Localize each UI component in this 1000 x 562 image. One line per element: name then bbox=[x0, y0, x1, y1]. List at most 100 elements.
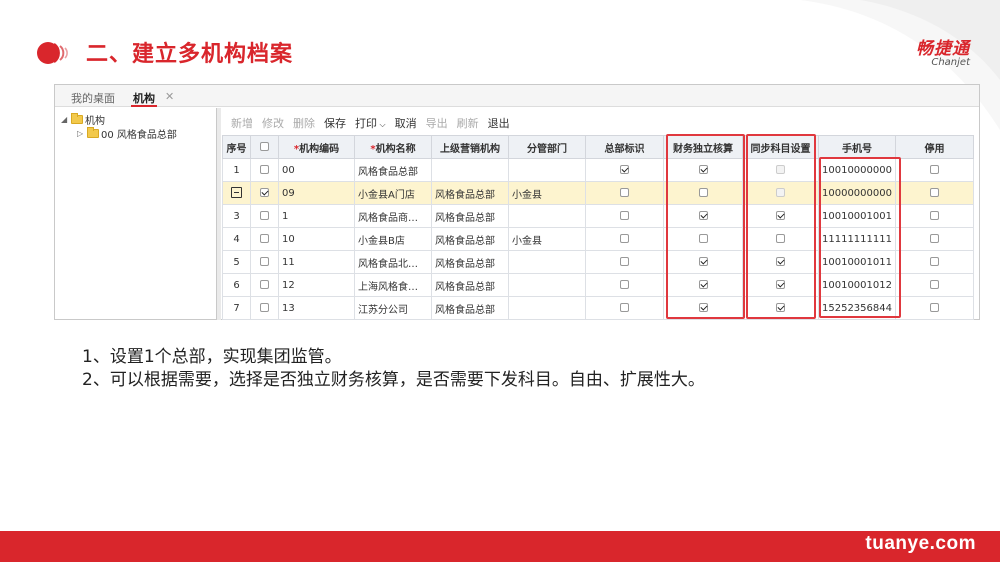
tab-home[interactable]: 我的桌面 bbox=[71, 90, 115, 107]
delete-button[interactable]: 删除 bbox=[293, 115, 315, 133]
sync-checkbox[interactable] bbox=[776, 303, 785, 312]
cell-sync[interactable] bbox=[742, 227, 819, 251]
cell-select[interactable] bbox=[250, 181, 279, 205]
cell-sync[interactable] bbox=[742, 296, 819, 320]
sync-checkbox[interactable] bbox=[776, 257, 785, 266]
cell-parent[interactable] bbox=[431, 158, 509, 182]
cell-phone[interactable]: 10010001012 bbox=[818, 273, 896, 297]
tree-node-root[interactable]: ◢ 机构 bbox=[61, 112, 105, 127]
finance-checkbox[interactable] bbox=[698, 211, 708, 220]
finance-checkbox[interactable] bbox=[698, 280, 708, 289]
cell-hq[interactable] bbox=[585, 204, 664, 228]
cell-select[interactable] bbox=[250, 296, 279, 320]
header-select-all[interactable] bbox=[250, 135, 279, 159]
edit-button[interactable]: 修改 bbox=[262, 115, 284, 133]
table-row[interactable]: 4 10 小金县B店 风格食品总部 小金县 11111111111 bbox=[222, 227, 974, 251]
cell-dept[interactable] bbox=[508, 273, 586, 297]
cell-name[interactable]: 风格食品商… bbox=[354, 204, 432, 228]
cell-name[interactable]: 小金县A门店 bbox=[354, 181, 432, 205]
cell-seq[interactable] bbox=[222, 181, 251, 205]
cell-parent[interactable]: 风格食品总部 bbox=[431, 181, 509, 205]
save-button[interactable]: 保存 bbox=[324, 115, 346, 133]
table-row[interactable]: 3 1 风格食品商… 风格食品总部 10010001001 bbox=[222, 204, 974, 228]
cell-finance[interactable] bbox=[663, 273, 743, 297]
cell-hq[interactable] bbox=[585, 227, 664, 251]
cell-disabled[interactable] bbox=[895, 273, 974, 297]
cell-seq[interactable]: 7 bbox=[222, 296, 251, 320]
cell-hq[interactable] bbox=[585, 250, 664, 274]
table-row[interactable]: 1 00 风格食品总部 10010000000 bbox=[222, 158, 974, 182]
table-row[interactable]: 09 小金县A门店 风格食品总部 小金县 10000000000 bbox=[222, 181, 974, 205]
cell-finance[interactable] bbox=[663, 296, 743, 320]
cell-code[interactable]: 12 bbox=[278, 273, 355, 297]
finance-checkbox[interactable] bbox=[698, 303, 708, 312]
tab-organization[interactable]: 机构 bbox=[131, 90, 157, 107]
cell-seq[interactable]: 3 bbox=[222, 204, 251, 228]
cell-phone[interactable]: 11111111111 bbox=[818, 227, 896, 251]
cell-code[interactable]: 10 bbox=[278, 227, 355, 251]
cell-code[interactable]: 09 bbox=[278, 181, 355, 205]
cell-select[interactable] bbox=[250, 227, 279, 251]
select-checkbox[interactable] bbox=[260, 234, 269, 243]
hq-checkbox[interactable] bbox=[620, 165, 629, 174]
cell-sync[interactable] bbox=[742, 204, 819, 228]
select-checkbox[interactable] bbox=[260, 211, 269, 220]
add-button[interactable]: 新增 bbox=[231, 115, 253, 133]
cell-dept[interactable] bbox=[508, 250, 586, 274]
collapse-icon[interactable]: ◢ bbox=[61, 115, 71, 124]
hq-checkbox[interactable] bbox=[620, 280, 629, 289]
cell-sync[interactable] bbox=[742, 181, 819, 205]
cell-finance[interactable] bbox=[663, 204, 743, 228]
select-checkbox[interactable] bbox=[260, 257, 269, 266]
edit-row-icon[interactable] bbox=[231, 187, 242, 199]
finance-checkbox[interactable] bbox=[698, 257, 708, 266]
cell-phone[interactable]: 10000000000 bbox=[818, 181, 896, 205]
disabled-checkbox[interactable] bbox=[930, 257, 939, 266]
cell-sync[interactable] bbox=[742, 250, 819, 274]
cell-seq[interactable]: 4 bbox=[222, 227, 251, 251]
cell-name[interactable]: 风格食品北… bbox=[354, 250, 432, 274]
print-button[interactable]: 打印 ⌵ bbox=[355, 115, 386, 133]
cell-finance[interactable] bbox=[663, 227, 743, 251]
sync-checkbox[interactable] bbox=[776, 188, 785, 197]
cell-parent[interactable]: 风格食品总部 bbox=[431, 273, 509, 297]
close-icon[interactable]: ✕ bbox=[165, 90, 174, 103]
cancel-button[interactable]: 取消 bbox=[395, 115, 417, 133]
disabled-checkbox[interactable] bbox=[930, 211, 939, 220]
cell-select[interactable] bbox=[250, 204, 279, 228]
select-all-checkbox[interactable] bbox=[260, 142, 269, 151]
sync-checkbox[interactable] bbox=[776, 165, 785, 174]
cell-disabled[interactable] bbox=[895, 296, 974, 320]
select-checkbox[interactable] bbox=[260, 303, 269, 312]
cell-dept[interactable] bbox=[508, 296, 586, 320]
cell-dept[interactable] bbox=[508, 158, 586, 182]
sync-checkbox[interactable] bbox=[776, 280, 785, 289]
disabled-checkbox[interactable] bbox=[930, 280, 939, 289]
select-checkbox[interactable] bbox=[260, 188, 269, 197]
cell-disabled[interactable] bbox=[895, 181, 974, 205]
cell-disabled[interactable] bbox=[895, 204, 974, 228]
cell-name[interactable]: 风格食品总部 bbox=[354, 158, 432, 182]
cell-parent[interactable]: 风格食品总部 bbox=[431, 204, 509, 228]
finance-checkbox[interactable] bbox=[698, 165, 708, 174]
cell-code[interactable]: 11 bbox=[278, 250, 355, 274]
sync-checkbox[interactable] bbox=[776, 234, 785, 243]
expand-icon[interactable]: ▷ bbox=[77, 129, 87, 138]
hq-checkbox[interactable] bbox=[620, 303, 629, 312]
disabled-checkbox[interactable] bbox=[930, 165, 939, 174]
disabled-checkbox[interactable] bbox=[930, 234, 939, 243]
exit-button[interactable]: 退出 bbox=[488, 115, 510, 133]
cell-code[interactable]: 1 bbox=[278, 204, 355, 228]
disabled-checkbox[interactable] bbox=[930, 303, 939, 312]
finance-checkbox[interactable] bbox=[698, 188, 708, 197]
finance-checkbox[interactable] bbox=[698, 234, 708, 243]
table-row[interactable]: 7 13 江苏分公司 风格食品总部 15252356844 bbox=[222, 296, 974, 320]
cell-code[interactable]: 00 bbox=[278, 158, 355, 182]
export-button[interactable]: 导出 bbox=[426, 115, 448, 133]
hq-checkbox[interactable] bbox=[620, 257, 629, 266]
cell-select[interactable] bbox=[250, 250, 279, 274]
cell-code[interactable]: 13 bbox=[278, 296, 355, 320]
sync-checkbox[interactable] bbox=[776, 211, 785, 220]
table-row[interactable]: 6 12 上海风格食… 风格食品总部 10010001012 bbox=[222, 273, 974, 297]
tree-node-child[interactable]: ▷ 00 风格食品总部 bbox=[77, 126, 177, 141]
